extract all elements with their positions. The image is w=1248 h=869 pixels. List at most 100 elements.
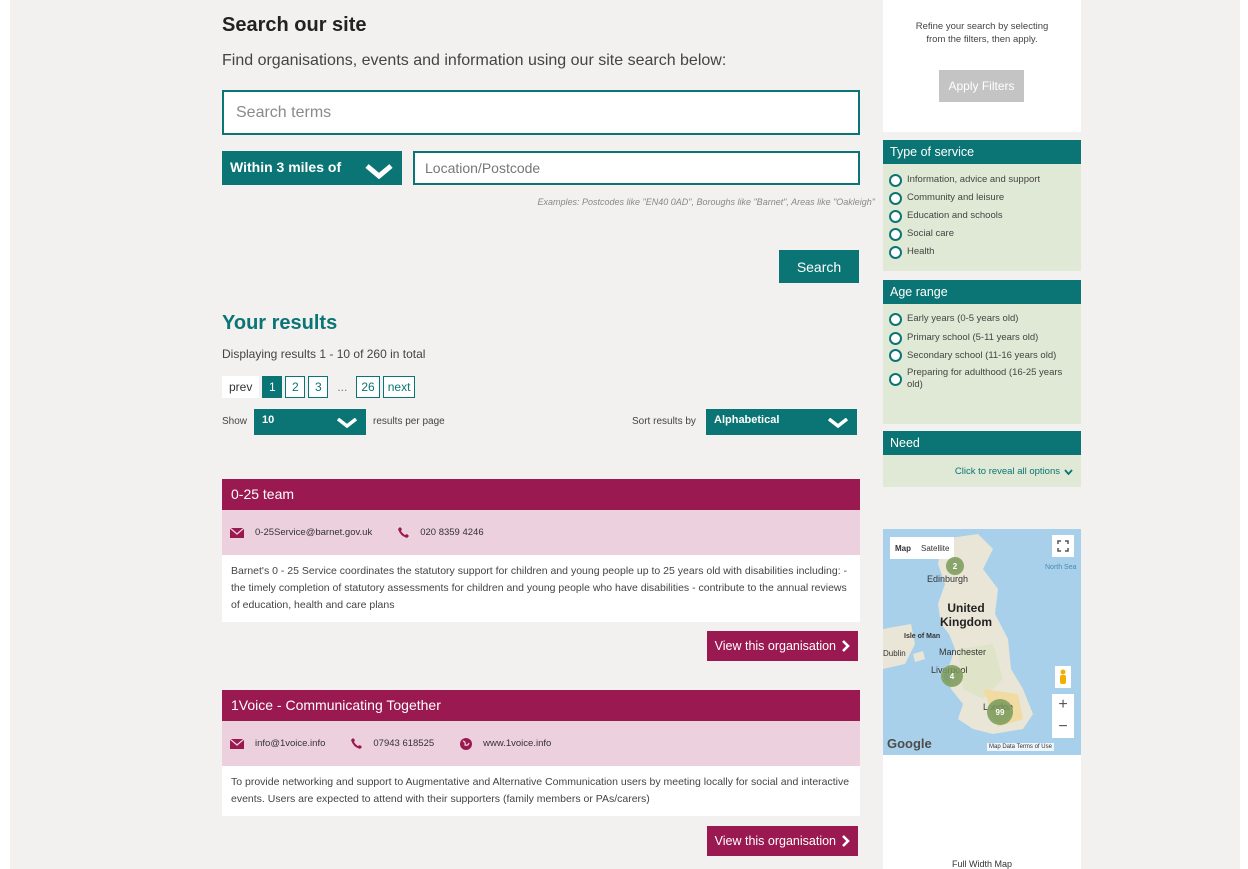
per-page-value: 10: [262, 414, 275, 426]
filter-option-label: Early years (0-5 years old): [907, 313, 1019, 324]
phone-icon: [351, 738, 363, 749]
map-label-uk: United Kingdom: [940, 601, 992, 629]
filter-option[interactable]: Community and leisure: [883, 192, 1081, 205]
phone-contact[interactable]: 07943 618525: [351, 738, 434, 749]
radio-button[interactable]: [889, 210, 902, 223]
distance-select[interactable]: Within 3 miles of: [222, 151, 402, 185]
filter-option-label: Community and leisure: [907, 192, 1005, 203]
zoom-in-button[interactable]: +: [1052, 694, 1074, 716]
email-contact[interactable]: info@1voice.info: [230, 738, 325, 749]
pager-page-3[interactable]: 3: [308, 376, 329, 398]
pager-page-2[interactable]: 2: [285, 376, 306, 398]
email-text: 0-25Service@barnet.gov.uk: [255, 527, 373, 538]
filter-option[interactable]: Education and schools: [883, 210, 1081, 223]
globe-icon: [460, 737, 473, 750]
chevron-down-icon: [336, 418, 358, 428]
radio-button[interactable]: [889, 192, 902, 205]
chevron-down-icon: [1064, 468, 1073, 475]
pager-page-last[interactable]: 26: [356, 376, 380, 398]
phone-text: 07943 618525: [373, 738, 435, 749]
location-postcode-input[interactable]: [413, 151, 860, 185]
reveal-options-link[interactable]: Click to reveal all options: [883, 455, 1081, 488]
map-label-edinburgh: Edinburgh: [927, 574, 969, 584]
filter-option[interactable]: Preparing for adulthood (16-25 years old…: [883, 367, 1081, 391]
view-organisation-button[interactable]: View this organisation: [706, 631, 858, 661]
full-width-map-link[interactable]: Full Width Map: [883, 859, 1081, 869]
radio-button[interactable]: [889, 332, 902, 345]
search-button[interactable]: Search: [779, 250, 859, 283]
website-contact[interactable]: www.1voice.info: [460, 737, 552, 750]
map-cluster[interactable]: 99: [987, 699, 1013, 725]
view-organisation-label: View this organisation: [714, 834, 836, 848]
email-text: info@1voice.info: [255, 738, 326, 749]
phone-contact[interactable]: 020 8359 4246: [398, 527, 484, 538]
map-attribution[interactable]: Map Data Terms of Use: [987, 743, 1054, 751]
filter-age-range: Age range Early years (0-5 years old) Pr…: [883, 280, 1081, 424]
filter-heading: Need: [883, 431, 1081, 455]
map-cluster[interactable]: 4: [941, 665, 963, 687]
search-terms-input[interactable]: [222, 90, 860, 135]
map-label-isle-of-man: Isle of Man: [904, 633, 941, 640]
website-text: www.1voice.info: [483, 738, 552, 749]
pager-prev[interactable]: prev: [222, 376, 260, 398]
filter-option[interactable]: Health: [883, 246, 1081, 259]
distance-select-label: Within 3 miles of: [230, 159, 342, 175]
map-tab-map[interactable]: Map: [890, 537, 917, 559]
filter-option-label: Preparing for adulthood (16-25 years old…: [907, 367, 1063, 390]
view-organisation-button[interactable]: View this organisation: [706, 826, 858, 856]
phone-text: 020 8359 4246: [420, 527, 484, 538]
email-contact[interactable]: 0-25Service@barnet.gov.uk: [230, 527, 372, 538]
per-page-select[interactable]: 10: [254, 409, 366, 435]
sort-select[interactable]: Alphabetical: [706, 409, 857, 435]
filter-option[interactable]: Social care: [883, 228, 1081, 241]
location-examples: Examples: Postcodes like "EN40 0AD", Bor…: [537, 197, 876, 207]
map-tab-satellite[interactable]: Satellite: [916, 537, 955, 559]
chevron-down-icon: [365, 164, 393, 179]
chevron-down-icon: [827, 418, 849, 428]
result-title[interactable]: 1Voice - Communicating Together: [222, 690, 860, 721]
sort-value: Alphabetical: [714, 414, 780, 426]
radio-button[interactable]: [889, 174, 902, 187]
map-label-dublin: Dublin: [883, 649, 906, 658]
envelope-icon: [230, 527, 244, 538]
result-card: 1Voice - Communicating Together info@1vo…: [222, 690, 860, 856]
filter-option-label: Education and schools: [907, 210, 1003, 221]
filter-option[interactable]: Early years (0-5 years old): [883, 313, 1081, 326]
radio-button[interactable]: [889, 313, 902, 326]
sort-label: Sort results by: [632, 416, 696, 427]
filter-option-label: Social care: [907, 228, 954, 239]
radio-button[interactable]: [889, 228, 902, 241]
filter-option-label: Health: [907, 246, 935, 257]
radio-button[interactable]: [889, 246, 902, 259]
map-label-north-sea: North Sea: [1045, 564, 1077, 571]
fullscreen-button[interactable]: [1052, 535, 1074, 557]
filter-option[interactable]: Information, advice and support: [883, 174, 1081, 187]
results-title: Your results: [222, 312, 338, 334]
result-description: To provide networking and support to Aug…: [222, 766, 860, 816]
filter-option-label: Information, advice and support: [907, 174, 1041, 185]
pager-page-1[interactable]: 1: [262, 376, 283, 398]
page-title: Search our site: [222, 14, 367, 36]
pager-next[interactable]: next: [382, 376, 416, 398]
sidebar-bottom-panel: Full Width Map: [883, 755, 1081, 869]
pager-ellipsis: ...: [337, 380, 348, 394]
search-intro: Find organisations, events and informati…: [222, 52, 727, 69]
google-logo: Google: [887, 736, 932, 751]
results-count: Displaying results 1 - 10 of 260 in tota…: [222, 347, 426, 361]
pegman-button[interactable]: [1055, 666, 1071, 688]
radio-button[interactable]: [889, 372, 902, 386]
result-description: Barnet's 0 - 25 Service coordinates the …: [222, 555, 860, 622]
filter-option[interactable]: Secondary school (11-16 years old): [883, 349, 1081, 362]
map-cluster[interactable]: 2: [946, 557, 964, 575]
zoom-out-button[interactable]: −: [1052, 716, 1074, 738]
apply-filters-button[interactable]: Apply Filters: [939, 70, 1024, 102]
filter-need: Need Click to reveal all options: [883, 431, 1081, 487]
map-label-manchester: Manchester: [939, 647, 987, 657]
radio-button[interactable]: [889, 349, 902, 362]
results-map[interactable]: Map Satellite Edinburgh North Sea United…: [883, 529, 1081, 755]
filter-option[interactable]: Primary school (5-11 years old): [883, 332, 1081, 345]
result-contact-bar: info@1voice.info 07943 618525 www.1voice…: [222, 721, 860, 766]
filter-option-label: Primary school (5-11 years old): [907, 332, 1039, 343]
result-title[interactable]: 0-25 team: [222, 479, 860, 510]
pagination: prev 1 2 3 ... 26 next: [222, 376, 416, 398]
